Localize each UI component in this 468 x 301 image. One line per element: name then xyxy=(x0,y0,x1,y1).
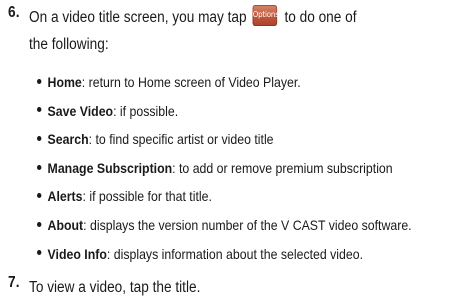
step-6-text-line2: the following: xyxy=(29,36,109,53)
bullet-icon xyxy=(37,193,42,199)
item-description: : to add or remove premium subscription xyxy=(172,159,393,176)
list-item: Save Video: if possible. xyxy=(37,101,415,130)
item-term: Alerts xyxy=(47,188,83,205)
item-description: : if possible for that title. xyxy=(82,188,212,205)
item-description: : displays the version number of the V C… xyxy=(83,216,412,233)
options-list: Home: return to Home screen of Video Pla… xyxy=(37,72,467,272)
bullet-icon xyxy=(37,135,42,141)
item-description: : return to Home screen of Video Player. xyxy=(81,74,301,90)
item-term: Search xyxy=(47,131,89,148)
item-description: : to find specific artist or video title xyxy=(88,131,274,148)
item-description: : displays information about the selecte… xyxy=(106,245,364,262)
step-text: To view a video, tap the title. xyxy=(29,274,407,301)
list-item: Video Info: displays information about t… xyxy=(37,244,415,273)
item-term: Video Info xyxy=(47,245,107,262)
bullet-icon xyxy=(37,221,42,227)
options-button-label: Options xyxy=(252,10,279,20)
options-button-icon: Options xyxy=(252,5,279,27)
list-item: Search: to find specific artist or video… xyxy=(37,129,415,158)
step-text: On a video title screen, you may tap Opti… xyxy=(29,4,407,58)
step-7-text: To view a video, tap the title. xyxy=(29,279,201,296)
item-term: About xyxy=(47,216,84,233)
step-6-text-after: to do one of xyxy=(284,9,357,26)
item-term: Home xyxy=(47,74,82,90)
list-item: Alerts: if possible for that title. xyxy=(37,186,415,215)
bullet-icon xyxy=(37,250,42,256)
manual-page: 6. On a video title screen, you may tap O… xyxy=(0,0,468,300)
step-number: 6. xyxy=(8,4,20,21)
item-term: Save Video xyxy=(47,102,114,119)
bullet-icon xyxy=(37,107,42,113)
list-item: Manage Subscription: to add or remove pr… xyxy=(37,158,415,187)
step-6-text-before: On a video title screen, you may tap xyxy=(29,9,247,26)
bullet-icon xyxy=(37,78,42,84)
item-description: : if possible. xyxy=(113,102,179,119)
item-term: Manage Subscription xyxy=(47,159,173,176)
step-number: 7. xyxy=(8,274,20,291)
list-item: About: displays the version number of th… xyxy=(37,215,415,244)
list-item: Home: return to Home screen of Video Pla… xyxy=(37,72,415,101)
bullet-icon xyxy=(37,164,42,170)
